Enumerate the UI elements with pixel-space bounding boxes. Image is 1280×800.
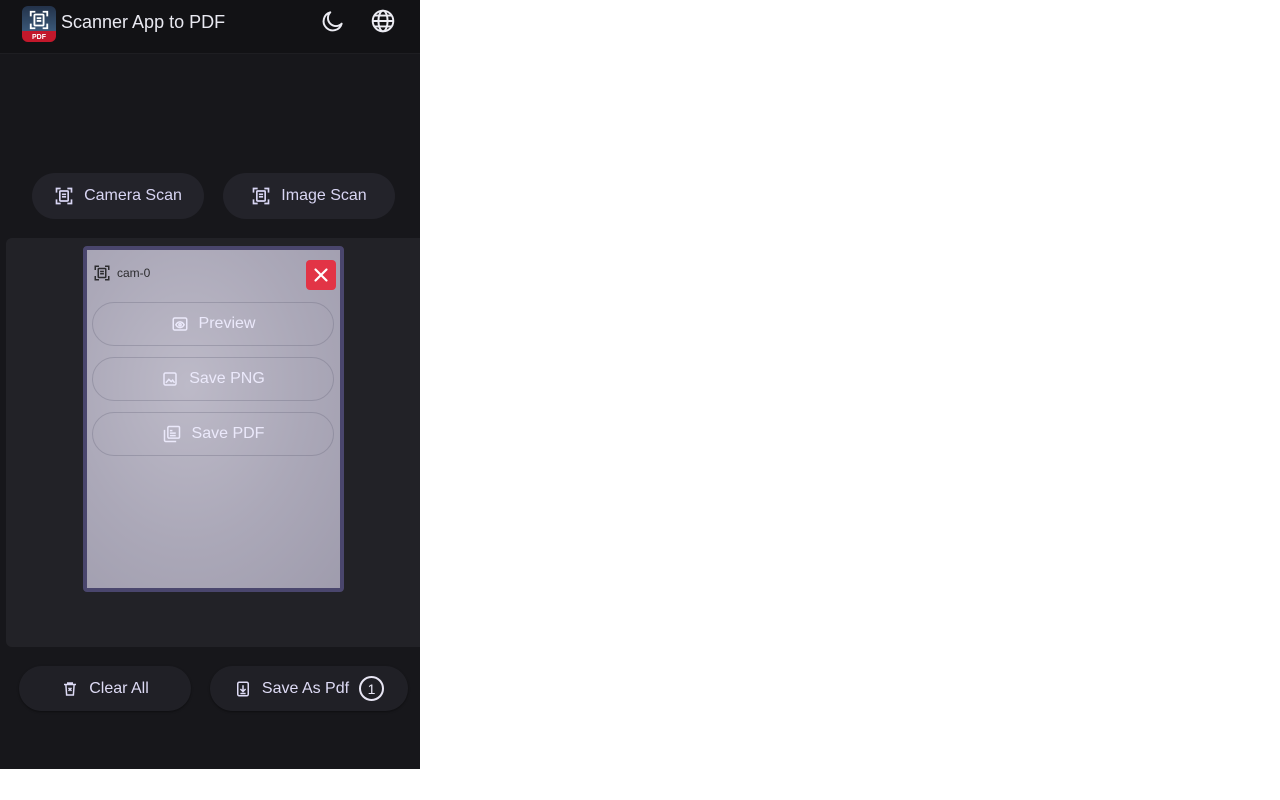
document-scanner-icon [29,10,49,30]
save-png-label: Save PNG [189,370,265,387]
document-scanner-icon [252,187,270,205]
remove-scan-button[interactable] [306,260,336,290]
save-png-button[interactable]: Save PNG [92,357,334,401]
save-as-pdf-button[interactable]: Save As Pdf 1 [210,666,408,711]
scan-card-header: cam-0 [93,264,150,282]
scan-name: cam-0 [117,266,151,280]
image-scan-label: Image Scan [281,187,367,204]
clear-all-button[interactable]: Clear All [19,666,191,711]
app-title: Scanner App to PDF [61,12,226,32]
logo-pdf-label: PDF [32,34,46,41]
clear-all-label: Clear All [89,679,149,697]
scan-count-badge: 1 [359,676,385,701]
save-as-pdf-label: Save As Pdf [261,679,350,697]
scan-card: cam-0 Preview Save PNG Save PDF [83,246,344,592]
app-logo: PDF [22,6,56,42]
globe-icon[interactable] [370,8,396,34]
image-icon [163,372,177,386]
save-pdf-label: Save PDF [191,425,265,442]
pdf-icon [163,425,180,443]
trash-icon [64,681,77,696]
camera-scan-label: Camera Scan [84,187,182,204]
preview-button[interactable]: Preview [92,302,334,346]
save-pdf-button[interactable]: Save PDF [92,412,334,456]
eye-icon [172,317,188,331]
close-icon [314,268,328,282]
file-download-icon [236,681,249,696]
image-scan-button[interactable]: Image Scan [223,173,395,219]
camera-scan-button[interactable]: Camera Scan [32,173,204,219]
document-scanner-icon [55,187,73,205]
top-bar: PDF Scanner App to PDF [0,0,420,54]
document-scanner-icon [94,265,110,281]
moon-icon[interactable] [320,8,346,34]
preview-label: Preview [198,315,256,332]
app-window: PDF Scanner App to PDF Camera Scan Image… [0,0,420,769]
